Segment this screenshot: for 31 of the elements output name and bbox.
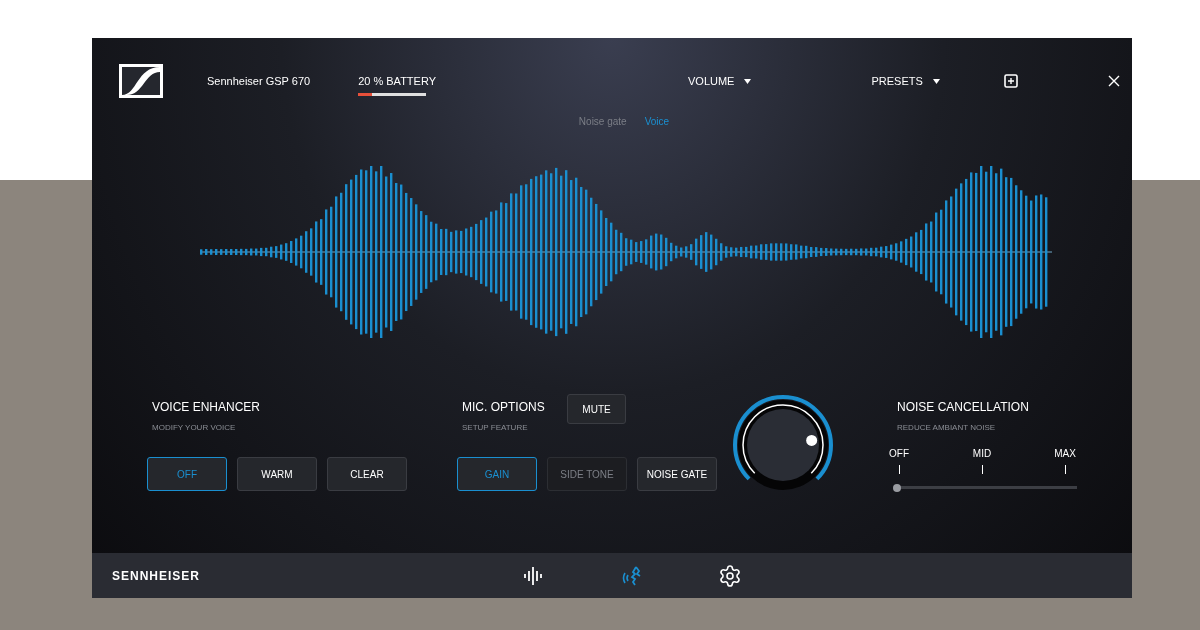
device-name: Sennheiser GSP 670 (207, 73, 311, 89)
tick-label: MAX (1054, 447, 1076, 461)
mode-tab[interactable]: Voice (644, 114, 670, 129)
settings-icon (718, 563, 742, 588)
add-icon[interactable] (1003, 74, 1018, 88)
caret-icon (932, 78, 940, 84)
section-title: VOICE ENHANCER (152, 399, 257, 416)
dropdown-menu[interactable]: PRESETS (871, 72, 940, 90)
battery-label: 20 % BATTERY (358, 74, 436, 90)
section-title: MIC. OPTIONS (462, 399, 546, 416)
dropdown-menu[interactable]: VOLUME (688, 72, 752, 90)
option-button[interactable]: NOISE GATE (637, 457, 717, 491)
speaking-head-icon (621, 564, 643, 587)
mute-button[interactable]: MUTE (567, 394, 626, 424)
nav-tab[interactable] (718, 563, 742, 588)
section-subtitle: MODIFY YOUR VOICE (152, 422, 237, 434)
option-button[interactable]: GAIN (457, 457, 537, 491)
option-button[interactable]: OFF (147, 457, 227, 491)
brand-logo: SENNHEISER (112, 567, 202, 585)
close-icon[interactable] (1107, 75, 1120, 87)
section-title: NOISE CANCELLATION (897, 399, 1030, 416)
section-subtitle: REDUCE AMBIANT NOISE (897, 422, 997, 434)
option-button[interactable]: CLEAR (327, 457, 407, 491)
caret-icon (744, 78, 752, 84)
tick-label: MID (972, 447, 992, 461)
tick-label: OFF (889, 447, 909, 461)
option-button[interactable]: WARM (237, 457, 317, 491)
section-subtitle: SETUP FEATURE (462, 422, 529, 434)
waveform-icon (523, 565, 545, 586)
slider-thumb[interactable] (893, 483, 901, 492)
logo-icon (119, 64, 163, 98)
